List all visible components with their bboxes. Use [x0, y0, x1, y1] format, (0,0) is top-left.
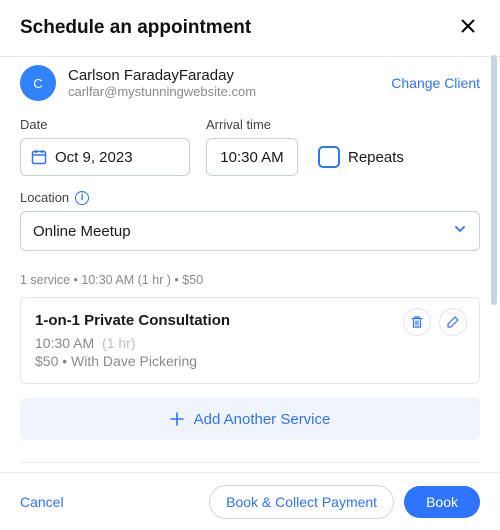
change-client-button[interactable]: Change Client [391, 75, 480, 91]
trash-icon [410, 315, 424, 329]
arrival-time-input[interactable]: 10:30 AM [206, 138, 298, 176]
service-title: 1-on-1 Private Consultation [35, 312, 465, 329]
scrollbar-thumb[interactable] [491, 55, 497, 305]
service-card: 1-on-1 Private Consultation 10:30 AM (1 … [20, 297, 480, 384]
pencil-icon [446, 315, 460, 329]
footer: Cancel Book & Collect Payment Book [0, 472, 500, 530]
cancel-button[interactable]: Cancel [20, 494, 64, 510]
plus-icon [170, 412, 184, 426]
services-summary: 1 service • 10:30 AM (1 hr ) • $50 [20, 273, 480, 287]
add-service-label: Add Another Service [194, 411, 331, 428]
service-price-staff: $50 • With Dave Pickering [35, 353, 465, 369]
arrival-time-value: 10:30 AM [220, 149, 283, 166]
service-time: 10:30 AM [35, 335, 94, 351]
book-collect-payment-button[interactable]: Book & Collect Payment [209, 485, 394, 519]
chevron-down-icon [453, 222, 467, 240]
delete-service-button[interactable] [403, 308, 431, 336]
service-duration: (1 hr) [102, 335, 135, 351]
close-button[interactable] [456, 14, 480, 42]
repeats-checkbox[interactable] [318, 146, 340, 168]
location-select[interactable]: Online Meetup [20, 211, 480, 251]
client-email: carlfar@mystunningwebsite.com [68, 84, 391, 99]
add-service-button[interactable]: Add Another Service [20, 398, 480, 440]
repeats-label: Repeats [348, 149, 404, 166]
date-label: Date [20, 117, 190, 132]
calendar-icon [31, 149, 47, 165]
location-value: Online Meetup [33, 223, 131, 240]
arrival-time-label: Arrival time [206, 117, 298, 132]
info-icon[interactable]: i [75, 191, 89, 205]
client-name: Carlson FaradayFaraday [68, 67, 391, 84]
date-input[interactable]: Oct 9, 2023 [20, 138, 190, 176]
page-title: Schedule an appointment [20, 17, 251, 39]
date-value: Oct 9, 2023 [55, 149, 133, 166]
location-label: Location [20, 190, 69, 205]
book-button[interactable]: Book [404, 486, 480, 518]
close-icon [460, 18, 476, 34]
divider [20, 462, 480, 463]
edit-service-button[interactable] [439, 308, 467, 336]
avatar: c [20, 65, 56, 101]
